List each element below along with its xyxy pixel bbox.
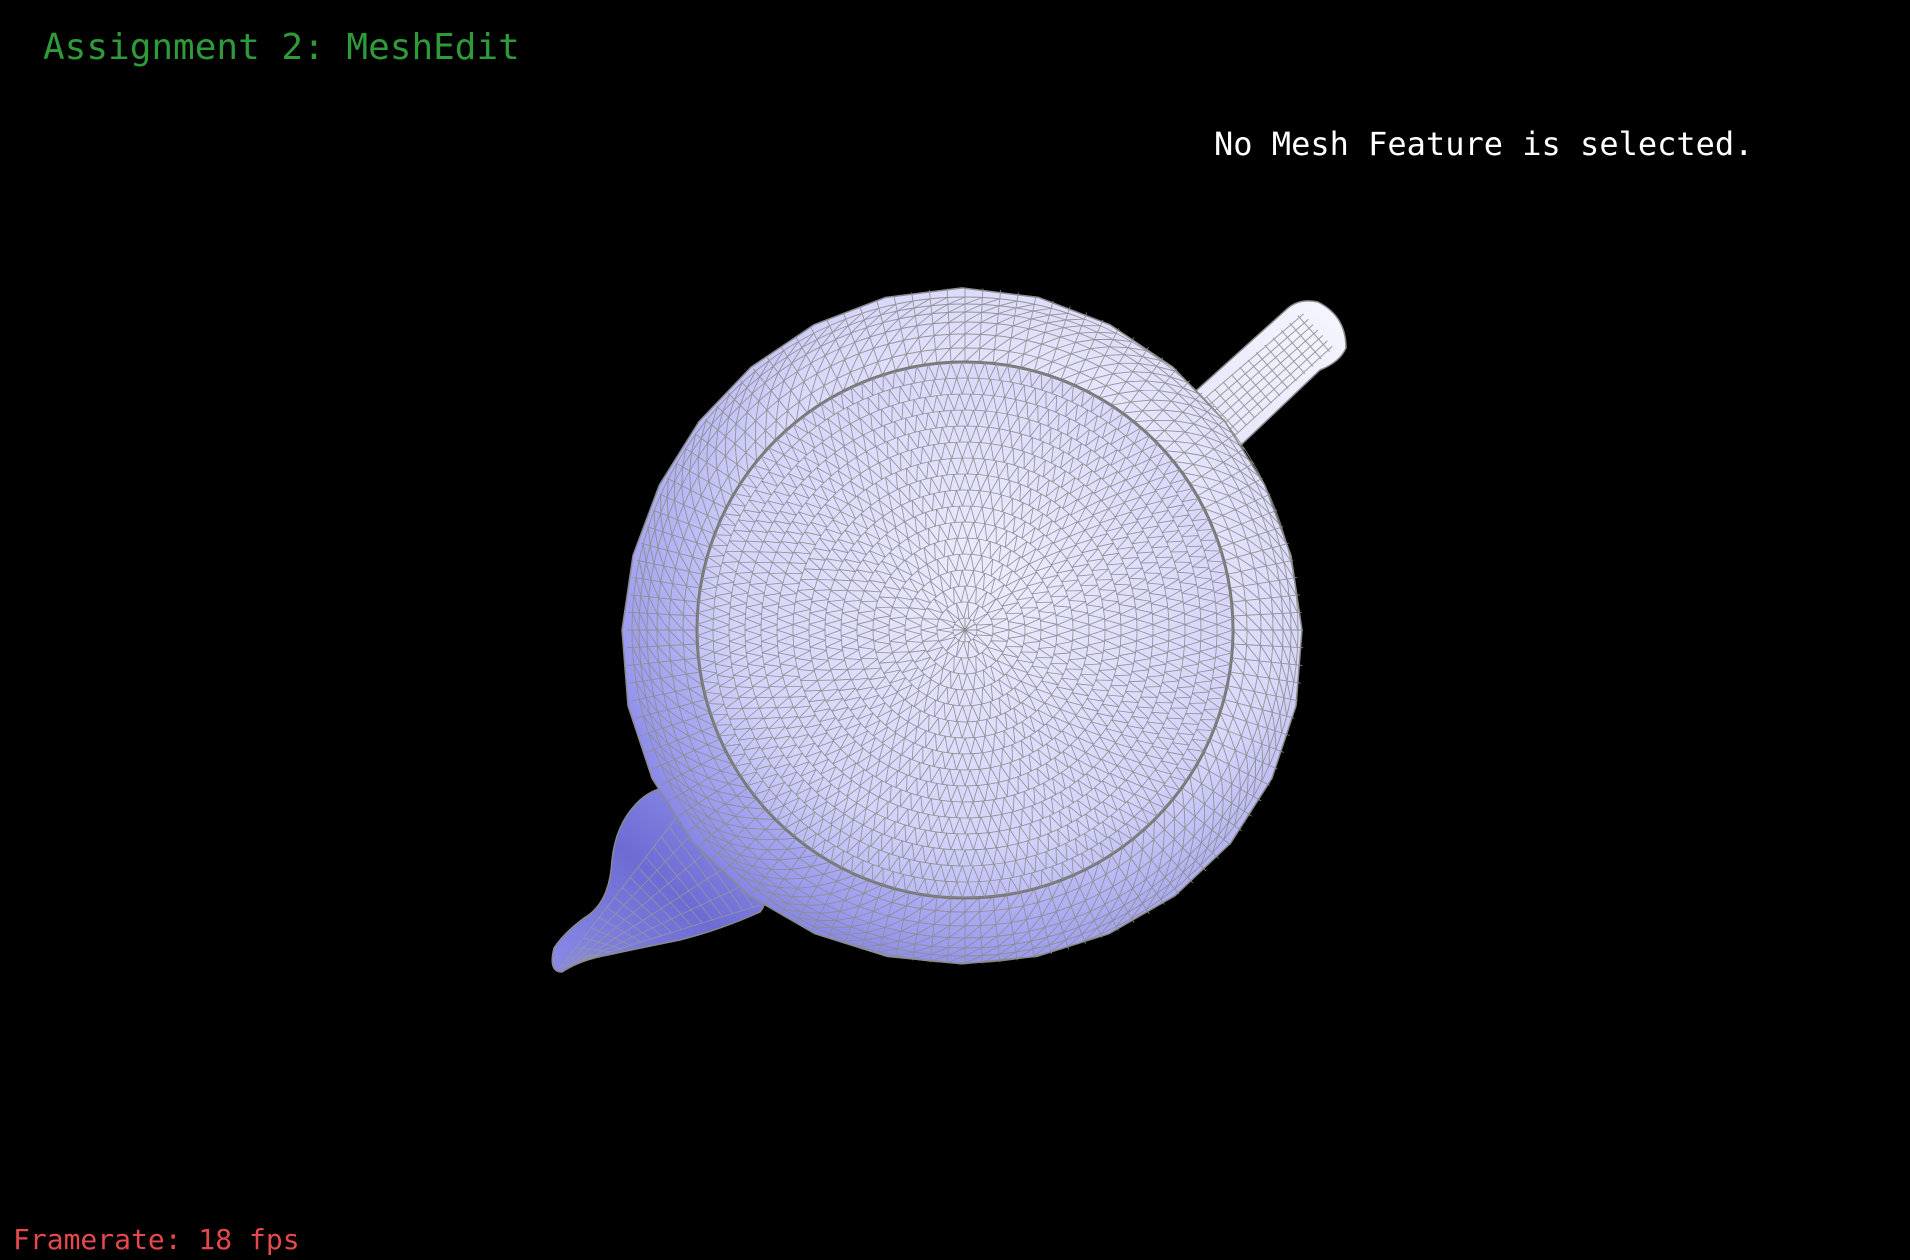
mesh-viewport[interactable]: Assignment 2: MeshEdit No Mesh Feature i… [0,0,1910,1260]
framerate-readout: Framerate: 18 fps [13,1223,300,1256]
app-title: Assignment 2: MeshEdit [43,27,520,68]
teapot-lid [695,360,1235,900]
mesh-canvas[interactable] [0,0,1910,1260]
selection-status: No Mesh Feature is selected. [1214,125,1754,163]
